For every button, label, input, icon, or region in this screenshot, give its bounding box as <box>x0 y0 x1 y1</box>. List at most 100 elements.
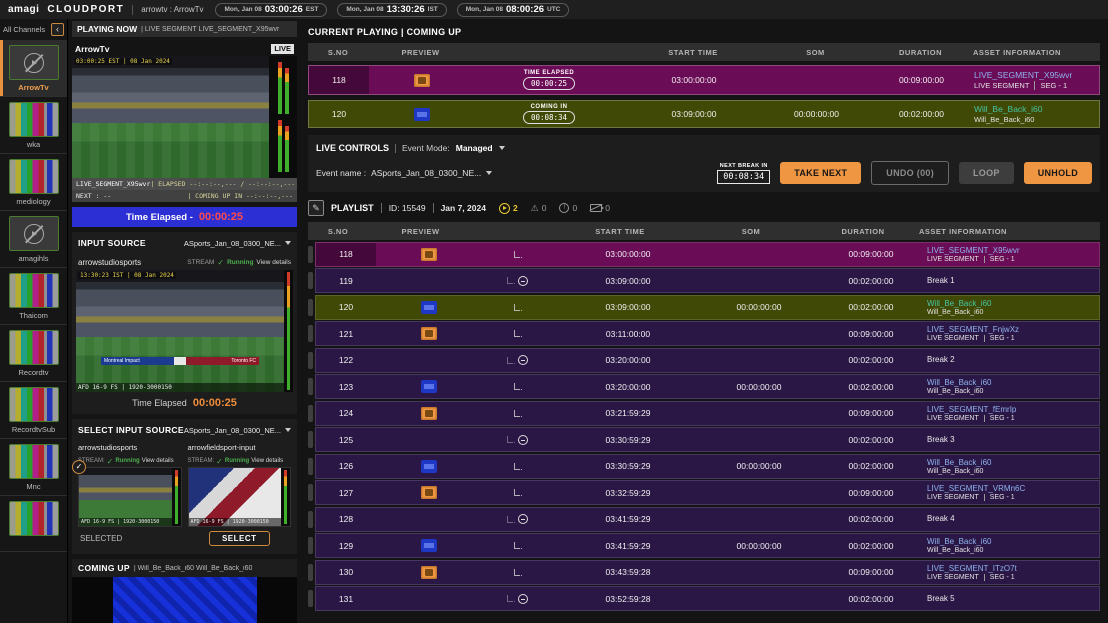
channel-thumbnail[interactable] <box>9 102 59 137</box>
asset-title-link[interactable]: Break 2 <box>927 355 1099 364</box>
event-name-dropdown[interactable]: Event name : ASports_Jan_08_0300_NE... <box>316 168 707 178</box>
preview-thumb-icon[interactable] <box>421 460 437 473</box>
edit-playlist-button[interactable]: ✎ <box>308 200 324 216</box>
playlist-row[interactable]: 127 03:32:59:29 00:09:00:00 LIVE_SEGMENT… <box>315 480 1100 505</box>
asset-title-link[interactable]: LIVE_SEGMENT_FnjwXz <box>927 325 1099 334</box>
playlist-row[interactable]: 131 03:52:59:28 00:02:00:00 Break 5 <box>315 586 1100 611</box>
row-drag-handle[interactable] <box>308 378 313 395</box>
channel-thumbnail[interactable] <box>9 159 59 194</box>
row-drag-handle[interactable] <box>308 405 313 422</box>
row-drag-handle[interactable] <box>308 325 313 342</box>
playlist-row[interactable]: 126 03:30:59:29 00:00:00:00 00:02:00:00 … <box>315 454 1100 479</box>
undo-button[interactable]: UNDO (00) <box>871 161 949 185</box>
preview-thumb-icon[interactable] <box>421 566 437 579</box>
preview-thumb-icon[interactable] <box>421 407 437 420</box>
preview-thumb-icon[interactable] <box>421 248 437 261</box>
asset-title-link[interactable]: Break 3 <box>927 435 1099 444</box>
live-video-player[interactable]: 03:00:25 EST | 08 Jan 2024 <box>72 56 297 178</box>
sidebar-channel-item[interactable]: wka <box>0 97 67 154</box>
alerts-counter[interactable]: ! 0 <box>559 203 577 213</box>
preview-thumb-icon[interactable] <box>421 486 437 499</box>
preview-thumb-icon[interactable] <box>421 380 437 393</box>
asset-title-link[interactable]: Break 4 <box>927 514 1099 523</box>
playlist-row[interactable]: 124 03:21:59:29 00:09:00:00 LIVE_SEGMENT… <box>315 401 1100 426</box>
playlist-row[interactable]: 123 03:20:00:00 00:00:00:00 00:02:00:00 … <box>315 374 1100 399</box>
row-drag-handle[interactable] <box>308 537 313 554</box>
playlist-row[interactable]: 120 03:09:00:00 00:00:00:00 00:02:00:00 … <box>315 295 1100 320</box>
take-next-button[interactable]: TAKE NEXT <box>780 162 861 184</box>
playlist-row[interactable]: 119 03:09:00:00 00:02:00:00 Break 1 <box>315 268 1100 293</box>
asset-title-link[interactable]: LIVE_SEGMENT_VRMn6C <box>927 484 1099 493</box>
asset-title-link[interactable]: Will_Be_Back_i60 <box>927 537 1099 546</box>
asset-title-link[interactable]: LIVE_SEGMENT_X95wvr <box>974 70 1099 80</box>
view-details-link[interactable]: View details <box>251 458 283 464</box>
channel-thumbnail[interactable] <box>9 330 59 365</box>
sidebar-channel-item[interactable]: ArrowTv <box>0 40 67 97</box>
preview-thumb-icon[interactable] <box>414 74 430 87</box>
channel-thumbnail[interactable] <box>9 444 59 479</box>
collapse-sidebar-button[interactable]: ‹ <box>51 23 64 36</box>
row-drag-handle[interactable] <box>308 299 313 316</box>
asset-title-link[interactable]: Will_Be_Back_i60 <box>927 299 1099 308</box>
row-drag-handle[interactable] <box>308 458 313 475</box>
sidebar-channel-item[interactable]: amagihls <box>0 211 67 268</box>
asset-title-link[interactable]: LIVE_SEGMENT_fEmrIp <box>927 405 1099 414</box>
view-details-link[interactable]: View details <box>142 458 174 464</box>
loop-button[interactable]: LOOP <box>959 162 1014 184</box>
playlist-row[interactable]: 121 03:11:00:00 00:09:00:00 LIVE_SEGMENT… <box>315 321 1100 346</box>
asset-title-link[interactable]: Will_Be_Back_i60 <box>927 378 1099 387</box>
sidebar-channel-item[interactable]: Thaicom <box>0 268 67 325</box>
current-playing-row[interactable]: 120 COMING IN 00:08:34 03:09:00:00 00:00… <box>308 100 1100 128</box>
row-drag-handle[interactable] <box>308 431 313 448</box>
asset-title-link[interactable]: Will_Be_Back_i60 <box>927 458 1099 467</box>
preview-thumb-icon[interactable] <box>421 539 437 552</box>
select-input-button[interactable]: SELECT <box>209 531 270 546</box>
asset-title-link[interactable]: Break 5 <box>927 594 1099 603</box>
asset-title-link[interactable]: Break 1 <box>927 276 1099 285</box>
channel-thumbnail[interactable] <box>9 273 59 308</box>
cloudport-logo: CLOUDPORT <box>47 4 124 15</box>
row-drag-handle[interactable] <box>308 246 313 263</box>
asset-title-link[interactable]: LIVE_SEGMENT_ITzO7t <box>927 564 1099 573</box>
sidebar-channel-item[interactable]: Recordtv <box>0 325 67 382</box>
asset-title-link[interactable]: LIVE_SEGMENT_X95wvr <box>927 246 1099 255</box>
live-events-counter[interactable]: 2 <box>499 203 518 214</box>
sidebar-channel-item[interactable] <box>0 496 67 552</box>
preview-thumb-icon[interactable] <box>421 301 437 314</box>
playlist-row[interactable]: 128 03:41:59:29 00:02:00:00 Break 4 <box>315 507 1100 532</box>
media-missing-counter[interactable]: 0 <box>590 203 610 213</box>
playlist-row[interactable]: 129 03:41:59:29 00:00:00:00 00:02:00:00 … <box>315 533 1100 558</box>
sidebar-channel-item[interactable]: Mnc <box>0 439 67 496</box>
input-source-dropdown[interactable]: ASports_Jan_08_0300_NE... <box>184 239 291 248</box>
playlist-row[interactable]: 122 03:20:00:00 00:02:00:00 Break 2 <box>315 348 1100 373</box>
sidebar-channel-item[interactable]: RecordtvSub <box>0 382 67 439</box>
input-source-preview[interactable]: 13:30:23 IST | 08 Jan 2024 Montreal Impa… <box>76 270 293 392</box>
playlist-row[interactable]: 130 03:43:59:28 00:09:00:00 LIVE_SEGMENT… <box>315 560 1100 585</box>
warnings-counter[interactable]: ⚠ 0 <box>531 203 547 214</box>
channel-thumbnail[interactable] <box>9 501 59 536</box>
preview-thumb-icon[interactable] <box>421 327 437 340</box>
event-mode-dropdown[interactable]: Managed <box>456 143 493 153</box>
asset-title-link[interactable]: Will_Be_Back_i60 <box>974 104 1099 114</box>
option-thumbnail[interactable]: AFD 16-9 FS | 1920-3000150 <box>188 467 292 527</box>
row-drag-handle[interactable] <box>308 564 313 581</box>
channel-thumbnail[interactable] <box>9 387 59 422</box>
row-drag-handle[interactable] <box>308 352 313 369</box>
channel-thumbnail[interactable] <box>9 45 59 80</box>
row-drag-handle[interactable] <box>308 511 313 528</box>
row-drag-handle[interactable] <box>308 590 313 607</box>
unhold-button[interactable]: UNHOLD <box>1024 162 1092 184</box>
sidebar-channel-item[interactable]: mediology <box>0 154 67 211</box>
account-label[interactable]: arrowtv : ArrowTv <box>141 5 203 14</box>
row-drag-handle[interactable] <box>308 272 313 289</box>
option-thumbnail[interactable]: ✓ AFD 16-9 FS | 1920-3000150 <box>78 467 182 527</box>
playlist-row[interactable]: 125 03:30:59:29 00:02:00:00 Break 3 <box>315 427 1100 452</box>
view-details-link[interactable]: View details <box>256 259 291 266</box>
select-input-dropdown[interactable]: ASports_Jan_08_0300_NE... <box>184 426 291 435</box>
preview-thumb-icon[interactable] <box>414 108 430 121</box>
channel-thumbnail[interactable] <box>9 216 59 251</box>
coming-up-preview[interactable] <box>72 577 297 623</box>
current-playing-row[interactable]: 118 TIME ELAPSED 00:00:25 03:00:00:00 00… <box>308 65 1100 95</box>
playlist-row[interactable]: 118 03:00:00:00 00:09:00:00 LIVE_SEGMENT… <box>315 242 1100 267</box>
row-drag-handle[interactable] <box>308 484 313 501</box>
